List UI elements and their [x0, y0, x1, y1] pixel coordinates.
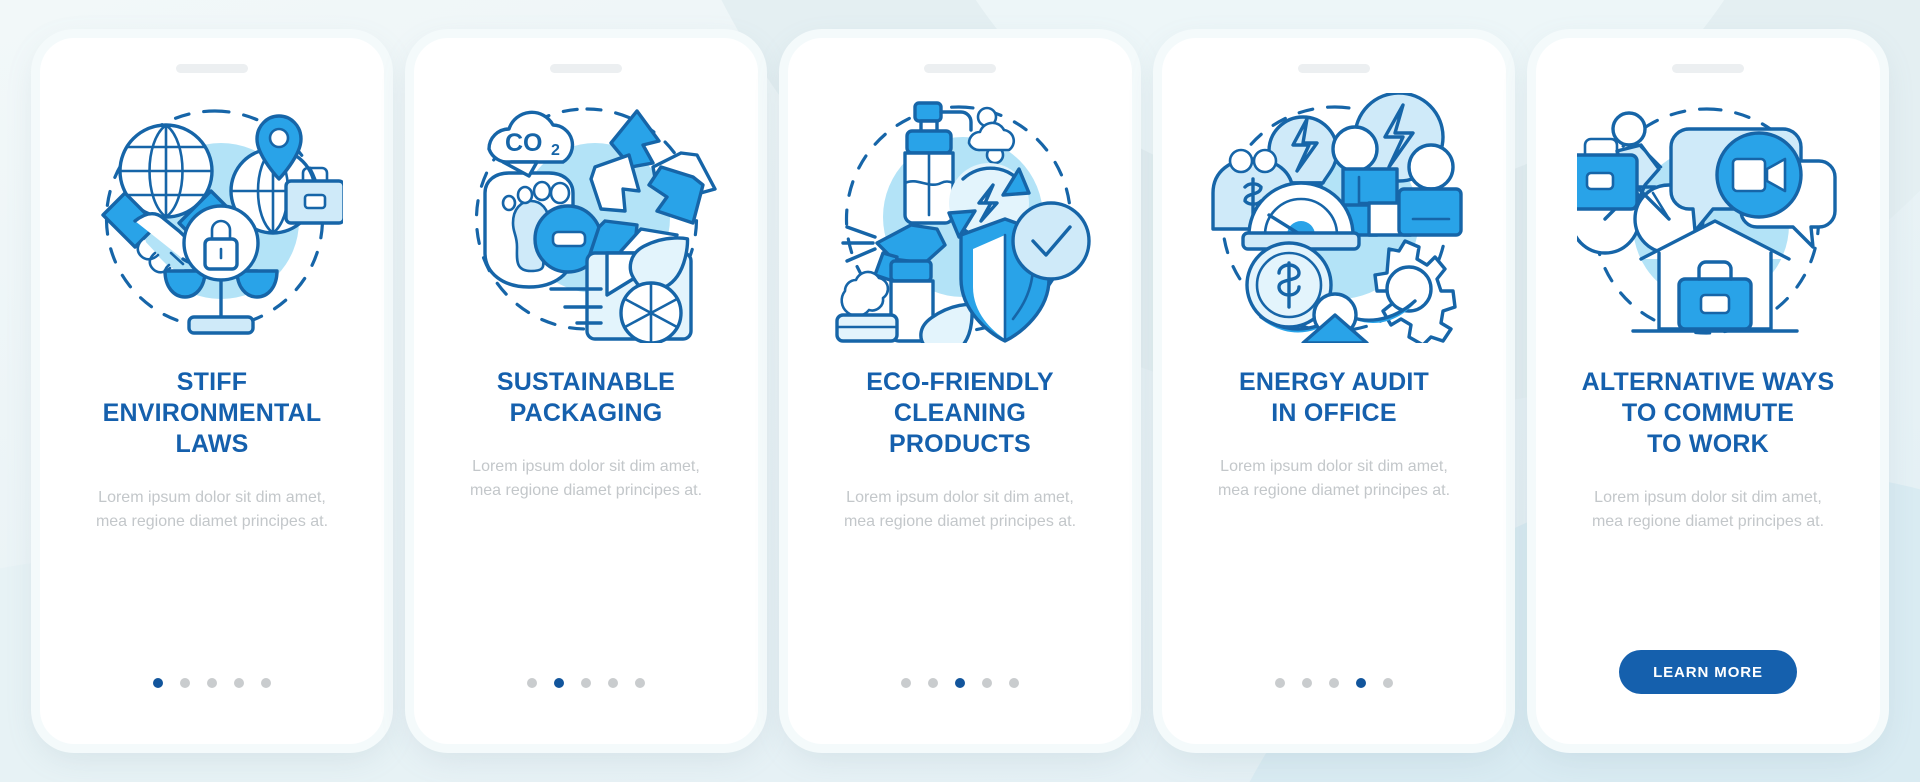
onboarding-card-alternative-ways-to-commute-to-work[interactable]: ALTERNATIVE WAYS TO COMMUTE TO WORK Lore… — [1536, 38, 1880, 744]
pagination-dots[interactable] — [153, 678, 271, 688]
onboarding-card-stiff-environmental-laws[interactable]: STIFF ENVIRONMENTAL LAWS Lorem ipsum dol… — [40, 38, 384, 744]
pagination-dot-5[interactable] — [1383, 678, 1393, 688]
card-title: STIFF ENVIRONMENTAL LAWS — [102, 368, 322, 458]
pagination-dots[interactable] — [527, 678, 645, 688]
phone-speaker-notch — [550, 64, 622, 73]
pagination-dot-1[interactable] — [527, 678, 537, 688]
card-title: SUSTAINABLE PACKAGING — [496, 368, 676, 427]
card-title: ENERGY AUDIT IN OFFICE — [1239, 368, 1429, 427]
pagination-dot-1[interactable] — [1275, 678, 1285, 688]
pagination-dot-3[interactable] — [1329, 678, 1339, 688]
onboarding-card-eco-friendly-cleaning-products[interactable]: ECO-FRIENDLY CLEANING PRODUCTS Lorem ips… — [788, 38, 1132, 744]
card-body-text: Lorem ipsum dolor sit dim amet, mea regi… — [469, 458, 703, 499]
pagination-dots[interactable] — [1275, 678, 1393, 688]
pagination-dot-5[interactable] — [1009, 678, 1019, 688]
pagination-dot-5[interactable] — [635, 678, 645, 688]
pagination-dot-2[interactable] — [928, 678, 938, 688]
onboarding-card-energy-audit-in-office[interactable]: ENERGY AUDIT IN OFFICE Lorem ipsum dolor… — [1162, 38, 1506, 744]
illustration-lightbulb-bolt-purse-gauge-gear-scales-icon — [1199, 87, 1469, 349]
illustration-cyclist-briefcase-video-call-home-office-icon — [1573, 87, 1843, 349]
pagination-dot-4[interactable] — [1356, 678, 1366, 688]
svg-text:CO: CO — [505, 129, 543, 157]
card-body-text: Lorem ipsum dolor sit dim amet, mea regi… — [843, 489, 1077, 530]
pagination-dot-3[interactable] — [581, 678, 591, 688]
phone-speaker-notch — [1672, 64, 1744, 73]
pagination-dot-4[interactable] — [608, 678, 618, 688]
card-title: ALTERNATIVE WAYS TO COMMUTE TO WORK — [1581, 368, 1835, 458]
pagination-dot-2[interactable] — [180, 678, 190, 688]
phone-speaker-notch — [924, 64, 996, 73]
pagination-dots[interactable] — [901, 678, 1019, 688]
phone-speaker-notch — [1298, 64, 1370, 73]
illustration-globe-handshake-lock-scales-briefcase-icon — [77, 87, 347, 349]
pagination-dot-3[interactable] — [955, 678, 965, 688]
illustration-soap-dispenser-spray-bottle-shield-check-icon — [825, 87, 1095, 349]
pagination-dot-1[interactable] — [153, 678, 163, 688]
pagination-dot-1[interactable] — [901, 678, 911, 688]
pagination-dot-2[interactable] — [554, 678, 564, 688]
card-body-text: Lorem ipsum dolor sit dim amet, mea regi… — [1217, 458, 1451, 499]
pagination-dot-4[interactable] — [982, 678, 992, 688]
onboarding-screens-stage: STIFF ENVIRONMENTAL LAWS Lorem ipsum dol… — [0, 0, 1920, 782]
onboarding-card-row: STIFF ENVIRONMENTAL LAWS Lorem ipsum dol… — [0, 0, 1920, 782]
card-title: ECO-FRIENDLY CLEANING PRODUCTS — [866, 368, 1054, 458]
pagination-dot-4[interactable] — [234, 678, 244, 688]
pagination-dot-5[interactable] — [261, 678, 271, 688]
onboarding-card-sustainable-packaging[interactable]: CO 2 SUSTAINABLE PACKAGING Lorem ipsum d… — [414, 38, 758, 744]
svg-text:2: 2 — [551, 142, 560, 159]
illustration-co2-footprint-recycle-package-leaf-icon: CO 2 — [451, 87, 721, 349]
pagination-dot-3[interactable] — [207, 678, 217, 688]
phone-speaker-notch — [176, 64, 248, 73]
pagination-dot-2[interactable] — [1302, 678, 1312, 688]
card-body-text: Lorem ipsum dolor sit dim amet, mea regi… — [1591, 489, 1825, 530]
learn-more-button[interactable]: LEARN MORE — [1619, 650, 1797, 694]
card-body-text: Lorem ipsum dolor sit dim amet, mea regi… — [95, 489, 329, 530]
